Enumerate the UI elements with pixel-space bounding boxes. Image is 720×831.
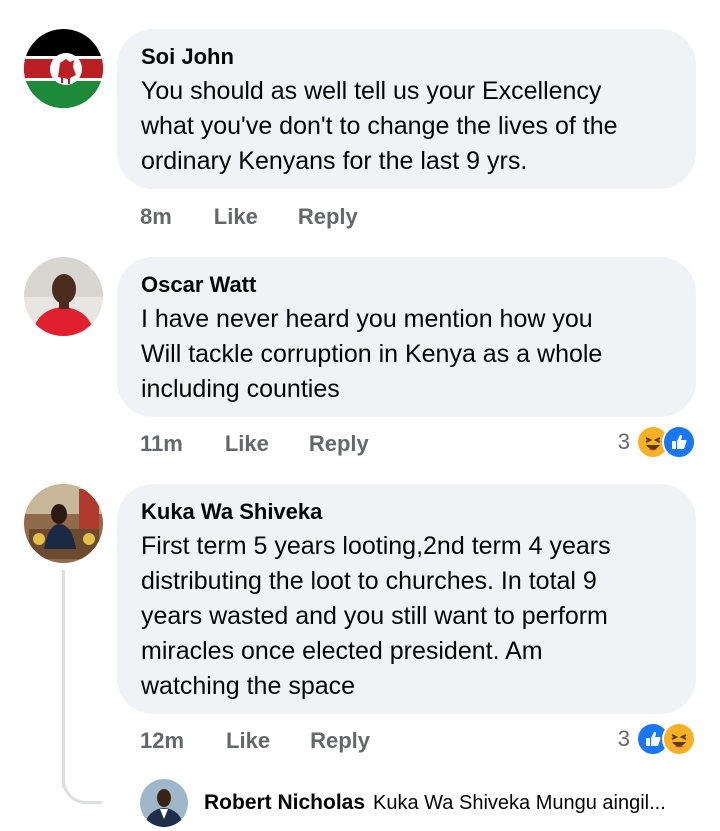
reply-button[interactable]: Reply bbox=[310, 726, 370, 756]
reaction-count: 3 bbox=[617, 726, 630, 751]
haha-icon bbox=[662, 722, 696, 756]
comment-actions: 11m Like Reply bbox=[140, 429, 369, 459]
comment-author[interactable]: Kuka Wa Shiveka bbox=[141, 498, 672, 526]
avatar[interactable] bbox=[24, 257, 103, 336]
comment-bubble: Oscar Watt I have never heard you mentio… bbox=[117, 257, 696, 417]
comment-actions: 8m Like Reply bbox=[140, 202, 358, 232]
avatar[interactable] bbox=[140, 779, 188, 827]
comment-author[interactable]: Soi John bbox=[141, 43, 672, 71]
comment-text: You should as well tell us your Excellen… bbox=[141, 77, 618, 175]
comment-time[interactable]: 11m bbox=[140, 429, 183, 459]
reaction-summary[interactable]: 3 bbox=[618, 722, 696, 756]
like-button[interactable]: Like bbox=[225, 429, 269, 459]
reply-preview[interactable]: Robert Nicholas Kuka Wa Shiveka Mungu ai… bbox=[140, 778, 700, 828]
comment-time[interactable]: 12m bbox=[140, 726, 184, 756]
comment-bubble: Kuka Wa Shiveka First term 5 years looti… bbox=[117, 484, 696, 714]
avatar[interactable] bbox=[24, 484, 103, 563]
thread-connector bbox=[62, 776, 102, 804]
like-icon bbox=[662, 425, 696, 459]
person-photo-icon bbox=[24, 484, 103, 563]
reply-button[interactable]: Reply bbox=[309, 429, 369, 459]
reply-text: Kuka Wa Shiveka Mungu aingil... bbox=[373, 791, 666, 814]
comment-text: I have never heard you mention how you W… bbox=[141, 305, 603, 403]
comment-bubble: Soi John You should as well tell us your… bbox=[117, 29, 696, 189]
like-button[interactable]: Like bbox=[226, 726, 270, 756]
reply-button[interactable]: Reply bbox=[298, 202, 358, 232]
person-photo-icon bbox=[24, 257, 103, 336]
avatar[interactable] bbox=[24, 29, 103, 108]
comment-time[interactable]: 8m bbox=[140, 202, 172, 232]
comment-actions: 12m Like Reply bbox=[140, 726, 370, 756]
comment-author[interactable]: Oscar Watt bbox=[141, 271, 672, 299]
reply-author[interactable]: Robert Nicholas bbox=[204, 791, 365, 815]
reaction-summary[interactable]: 3 bbox=[618, 425, 696, 459]
reaction-count: 3 bbox=[617, 429, 630, 454]
kenya-flag-avatar-icon bbox=[24, 29, 103, 108]
comment-text: First term 5 years looting,2nd term 4 ye… bbox=[141, 532, 611, 700]
person-photo-icon bbox=[140, 779, 188, 827]
like-button[interactable]: Like bbox=[214, 202, 258, 232]
thread-line bbox=[62, 570, 65, 788]
